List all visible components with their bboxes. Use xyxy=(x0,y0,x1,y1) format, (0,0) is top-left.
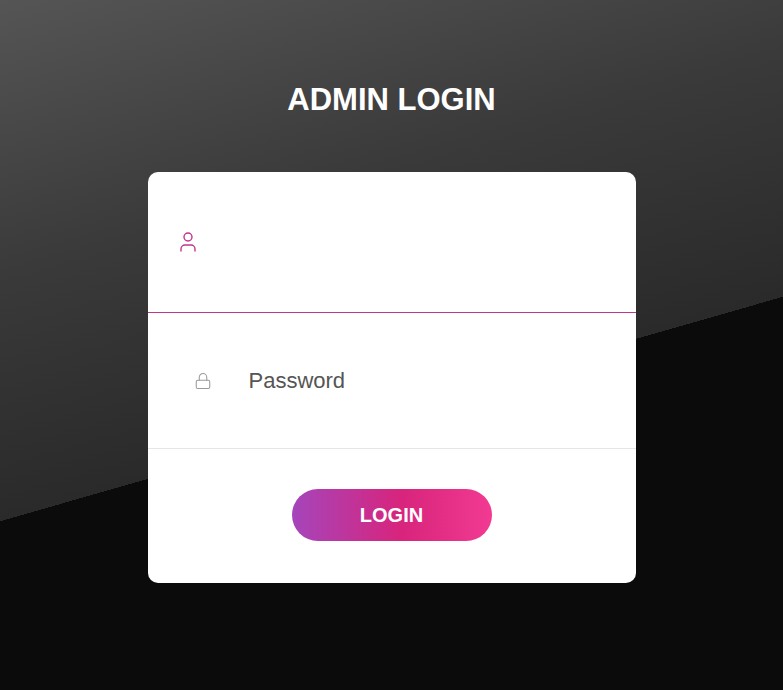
page-title: ADMIN LOGIN xyxy=(287,78,495,122)
lock-icon xyxy=(194,372,212,390)
login-card: LOGIN xyxy=(148,172,636,583)
login-page: ADMIN LOGIN LOGIN xyxy=(0,0,783,690)
user-icon-box xyxy=(176,230,200,254)
username-input[interactable] xyxy=(250,220,606,264)
login-button[interactable]: LOGIN xyxy=(292,489,492,541)
button-area: LOGIN xyxy=(148,449,636,583)
username-row xyxy=(148,172,636,313)
password-input[interactable] xyxy=(249,359,606,403)
user-icon xyxy=(176,230,200,254)
lock-icon-box xyxy=(191,372,215,390)
password-row xyxy=(148,313,636,449)
